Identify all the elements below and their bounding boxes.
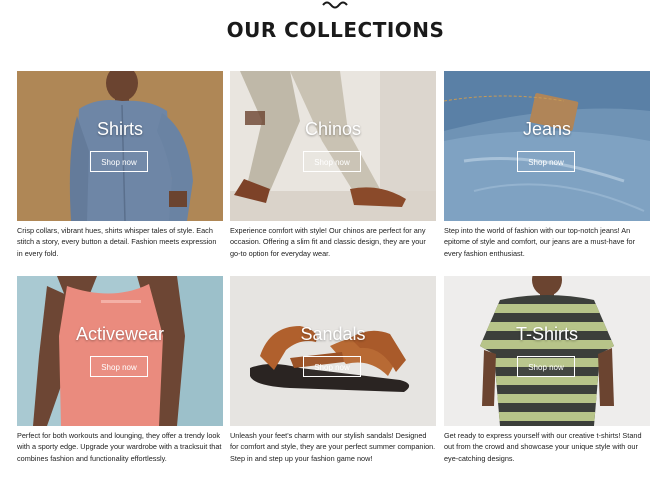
collection-card-activewear[interactable]: Activewear Shop now Perfect for both wor… [17,276,223,464]
jeans-photo[interactable]: Jeans Shop now [444,71,650,221]
collection-card-t-shirts[interactable]: T-Shirts Shop now Get ready to express y… [444,276,650,464]
collection-card-chinos[interactable]: Chinos Shop now Experience comfort with … [230,71,436,259]
collection-title: Shirts [96,119,143,139]
collection-card-shirts[interactable]: Shirts Shop now Crisp collars, vibrant h… [17,71,223,259]
page-title: OUR COLLECTIONS [226,18,445,42]
collection-description: Perfect for both workouts and lounging, … [17,431,222,463]
collection-title: Jeans [522,119,572,139]
chinos-photo[interactable]: Chinos Shop now [230,71,436,221]
collection-description: Unleash your feet's charm with our styli… [230,431,436,463]
collection-description: Crisp collars, vibrant hues, shirts whis… [17,226,217,258]
shop-now-button[interactable]: Shop now [90,356,148,377]
collection-title: Chinos [304,119,362,139]
collection-card-sandals[interactable]: Sandals Shop now Unleash your feet's cha… [230,276,436,464]
collection-title: Sandals [300,324,366,344]
collection-description: Step into the world of fashion with our … [444,226,636,258]
collection-title: Activewear [75,324,165,344]
sandals-photo[interactable]: Sandals Shop now [230,276,436,426]
wave-icon [322,1,348,9]
collection-description: Get ready to express yourself with our c… [444,431,642,463]
shop-now-button[interactable]: Shop now [517,151,575,172]
shop-now-button[interactable]: Shop now [90,151,148,172]
chinos-image [230,71,436,221]
sandals-image [230,276,436,426]
shirts-image [17,71,223,221]
jeans-image [444,71,650,221]
shop-now-button[interactable]: Shop now [303,151,361,172]
t-shirts-image [444,276,650,426]
activewear-photo[interactable]: Activewear Shop now [17,276,223,426]
activewear-image [17,276,223,426]
shirts-photo[interactable]: Shirts Shop now [17,71,223,221]
shop-now-button[interactable]: Shop now [517,356,575,377]
collection-card-jeans[interactable]: Jeans Shop now Step into the world of fa… [444,71,650,259]
collection-description: Experience comfort with style! Our chino… [230,226,426,258]
t-shirts-photo[interactable]: T-Shirts Shop now [444,276,650,426]
shop-now-button[interactable]: Shop now [303,356,361,377]
collection-title: T-Shirts [515,324,578,344]
